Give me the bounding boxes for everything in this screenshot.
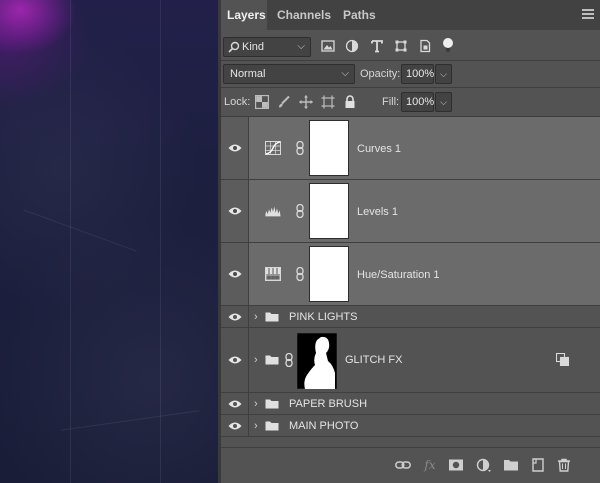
new-group-icon[interactable]	[503, 458, 519, 472]
tab-layers[interactable]: Layers	[221, 0, 267, 30]
link-layers-icon[interactable]	[395, 458, 411, 472]
filter-adjustment-icon[interactable]	[345, 39, 359, 53]
layer-mask-thumbnail[interactable]	[309, 120, 349, 176]
chevron-right-icon[interactable]: ›	[254, 353, 258, 367]
panel-menu-icon[interactable]	[582, 9, 594, 19]
levels-adjustment-icon[interactable]	[265, 204, 281, 218]
layer-mask-thumbnail[interactable]	[309, 183, 349, 239]
layer-row-pink-lights[interactable]: › PINK LIGHTS	[221, 306, 600, 328]
filter-kind-label: Kind	[242, 41, 265, 53]
layer-name[interactable]: PINK LIGHTS	[289, 310, 357, 324]
chevron-down-icon: ⌵	[341, 68, 349, 79]
filter-smart-object-icon[interactable]	[418, 39, 432, 53]
lock-row: Lock: Fill: 100% ⌵	[221, 88, 600, 116]
lock-image-pixels-icon[interactable]	[277, 95, 291, 109]
layer-row-main-photo[interactable]: › MAIN PHOTO	[221, 415, 600, 437]
visibility-cell[interactable]	[221, 415, 249, 436]
eye-icon[interactable]	[228, 269, 242, 279]
layers-bottom-toolbar: fx	[221, 447, 600, 483]
visibility-cell[interactable]	[221, 306, 249, 327]
layers-panel: Layers Channels Paths Kind ⌵ Normal ⌵ Op…	[221, 0, 600, 483]
layer-name[interactable]: GLITCH FX	[345, 353, 402, 367]
lock-artboard-icon[interactable]	[321, 95, 335, 109]
filter-pixel-icon[interactable]	[321, 39, 335, 53]
layer-mask-thumbnail[interactable]	[309, 246, 349, 302]
layer-name[interactable]: PAPER BRUSH	[289, 397, 367, 411]
chevron-right-icon[interactable]: ›	[254, 397, 258, 411]
chevron-down-icon: ⌵	[297, 41, 305, 52]
lock-transparent-pixels-icon[interactable]	[255, 95, 269, 109]
opacity-label: Opacity:	[360, 68, 401, 80]
tab-paths[interactable]: Paths	[337, 0, 382, 30]
eye-icon[interactable]	[228, 206, 242, 216]
eye-icon[interactable]	[228, 399, 242, 409]
folder-icon	[265, 399, 279, 409]
trash-icon[interactable]	[556, 458, 572, 472]
blend-mode-select[interactable]: Normal ⌵	[223, 64, 355, 84]
eye-icon[interactable]	[228, 312, 242, 322]
fx-icon[interactable]: fx	[422, 458, 438, 472]
layer-row-paper-brush[interactable]: › PAPER BRUSH	[221, 393, 600, 415]
filter-kind-select[interactable]: Kind ⌵	[223, 37, 311, 57]
chevron-right-icon[interactable]: ›	[254, 310, 258, 324]
hue-saturation-adjustment-icon[interactable]	[265, 267, 281, 281]
lock-position-icon[interactable]	[299, 95, 313, 109]
curves-adjustment-icon[interactable]	[265, 141, 281, 155]
filter-toggle-switch[interactable]	[443, 38, 453, 52]
fill-input[interactable]: 100%	[401, 92, 434, 112]
panel-tab-bar: Layers Channels Paths	[221, 0, 600, 30]
folder-icon	[265, 421, 279, 431]
layer-name[interactable]: Curves 1	[357, 142, 401, 156]
filter-row: Kind ⌵	[221, 30, 600, 60]
lock-label: Lock:	[224, 96, 251, 108]
chevron-right-icon[interactable]: ›	[254, 419, 258, 433]
adjustment-layer-icon[interactable]	[476, 458, 492, 472]
folder-icon	[265, 312, 279, 322]
chain-link-icon[interactable]	[296, 204, 304, 218]
visibility-cell[interactable]	[221, 117, 249, 179]
document-canvas[interactable]	[0, 0, 218, 483]
tab-channels[interactable]: Channels	[271, 0, 337, 30]
lock-all-icon[interactable]	[343, 95, 357, 109]
layer-name[interactable]: Hue/Saturation 1	[357, 268, 440, 282]
layer-row-curves[interactable]: Curves 1	[221, 117, 600, 180]
chain-link-icon[interactable]	[296, 141, 304, 155]
layer-name[interactable]: MAIN PHOTO	[289, 419, 358, 433]
layer-name[interactable]: Levels 1	[357, 205, 398, 219]
opacity-dropdown-button[interactable]: ⌵	[435, 64, 452, 84]
add-mask-icon[interactable]	[448, 458, 464, 472]
search-icon	[228, 41, 240, 53]
visibility-cell[interactable]	[221, 393, 249, 414]
eye-icon[interactable]	[228, 421, 242, 431]
chain-link-icon[interactable]	[285, 353, 293, 367]
group-mask-thumbnail[interactable]	[297, 333, 337, 389]
blend-row: Normal ⌵ Opacity: 100% ⌵	[221, 61, 600, 87]
blend-mode-label: Normal	[230, 68, 266, 80]
visibility-cell[interactable]	[221, 328, 249, 392]
filter-type-icon[interactable]	[370, 39, 384, 53]
fill-label: Fill:	[382, 96, 400, 108]
folder-icon	[265, 355, 279, 365]
eye-icon[interactable]	[228, 355, 242, 365]
clipping-indicator-icon	[556, 353, 569, 366]
visibility-cell[interactable]	[221, 243, 249, 305]
layer-row-glitch-fx[interactable]: › GLITCH FX	[221, 328, 600, 393]
layer-row-hue-saturation[interactable]: Hue/Saturation 1	[221, 243, 600, 306]
visibility-cell[interactable]	[221, 180, 249, 242]
eye-icon[interactable]	[228, 143, 242, 153]
new-layer-icon[interactable]	[530, 458, 546, 472]
layer-row-levels[interactable]: Levels 1	[221, 180, 600, 243]
chain-link-icon[interactable]	[296, 267, 304, 281]
opacity-input[interactable]: 100%	[401, 64, 434, 84]
filter-shape-icon[interactable]	[394, 39, 408, 53]
fill-dropdown-button[interactable]: ⌵	[435, 92, 452, 112]
